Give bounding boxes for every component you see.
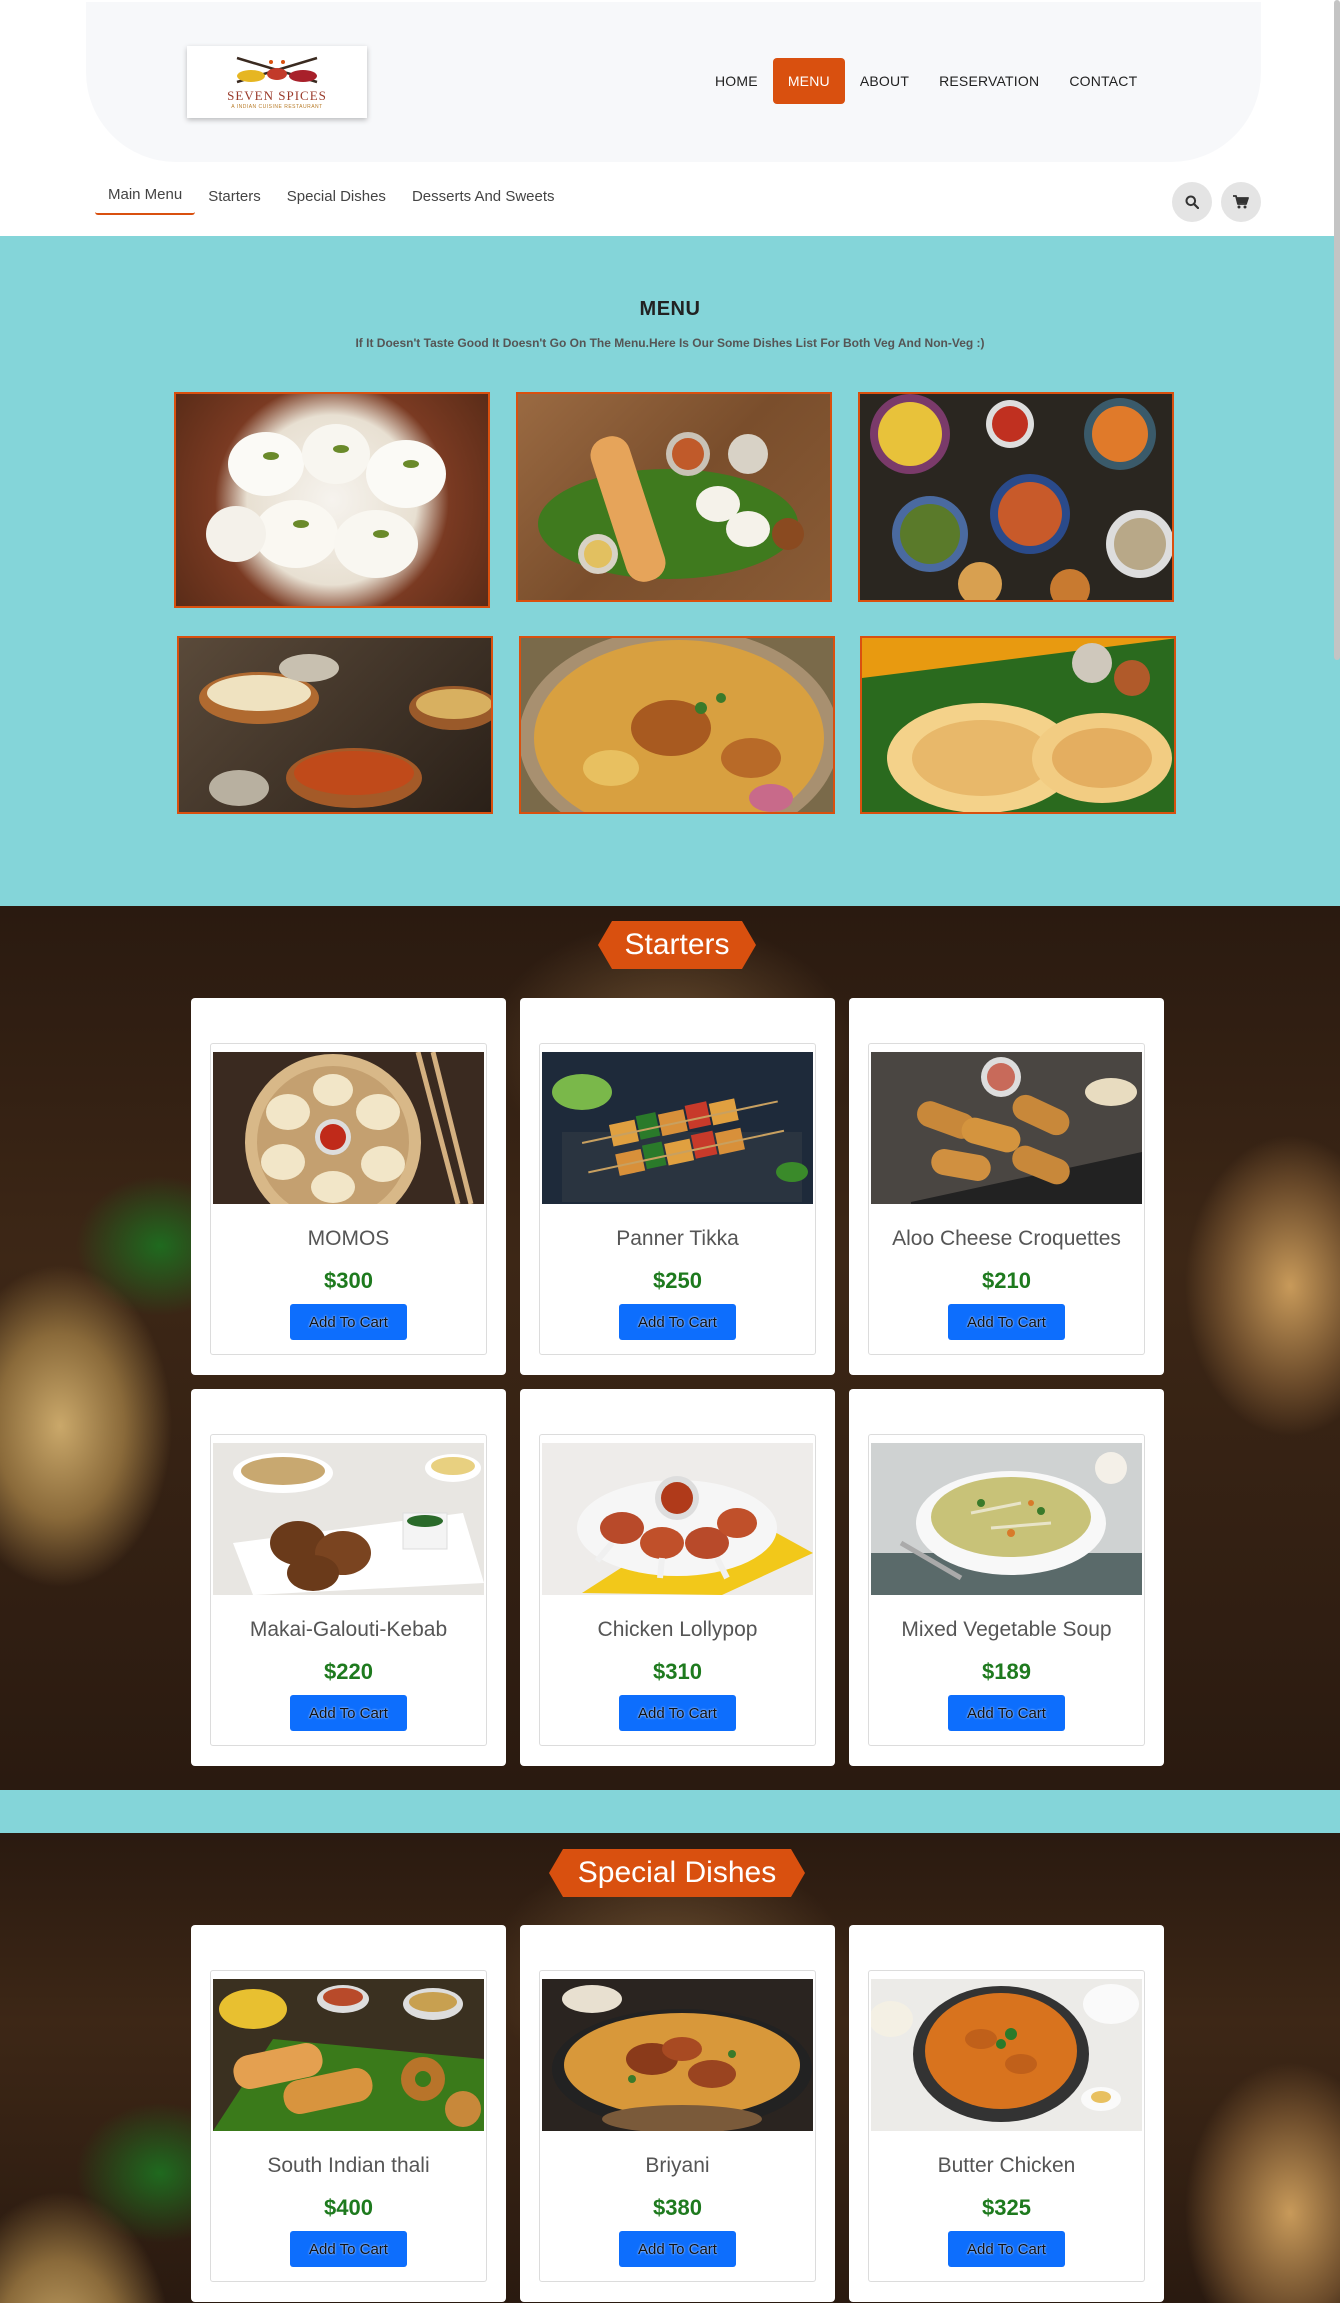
menu-section: MENU If It Doesn't Taste Good It Doesn't… [0, 236, 1340, 906]
add-to-cart-button[interactable]: Add To Cart [948, 1695, 1065, 1731]
galouti-kebab-image [213, 1443, 484, 1595]
dish-card: Chicken Lollypop $310 Add To Cart [520, 1389, 835, 1766]
dish-card: Mixed Vegetable Soup $189 Add To Cart [849, 1389, 1164, 1766]
tab-desserts-and-sweets[interactable]: Desserts And Sweets [399, 188, 568, 215]
starters-section: Starters MOMOS $300 Add To Cart Panner T… [0, 906, 1340, 1790]
butter-chicken-image [871, 1979, 1142, 2131]
special-dishes-heading: Special Dishes [577, 1856, 777, 1889]
dish-price: $325 [982, 2195, 1031, 2220]
add-to-cart-button[interactable]: Add To Cart [619, 1304, 736, 1340]
brand-logo[interactable]: SEVEN SPICES A INDIAN CUISINE RESTAURANT [187, 46, 367, 118]
menu-category-tabs: Main Menu Starters Special Dishes Desser… [95, 186, 568, 215]
dish-name: Makai-Galouti-Kebab [249, 1618, 448, 1641]
dish-price: $189 [982, 1659, 1031, 1684]
dish-card: MOMOS $300 Add To Cart [191, 998, 506, 1375]
dish-card: Briyani $380 Add To Cart [520, 1925, 835, 2302]
dish-card: Aloo Cheese Croquettes $210 Add To Cart [849, 998, 1164, 1375]
menu-subtitle: If It Doesn't Taste Good It Doesn't Go O… [355, 336, 985, 350]
dish-name: Panner Tikka [616, 1227, 739, 1250]
dish-name: Butter Chicken [937, 2154, 1076, 2177]
briyani-image [542, 1979, 813, 2131]
dish-name: MOMOS [307, 1227, 390, 1250]
vegetable-soup-image [871, 1443, 1142, 1595]
dish-price: $400 [324, 2195, 373, 2220]
dish-price: $380 [653, 2195, 702, 2220]
nav-contact[interactable]: CONTACT [1054, 58, 1152, 104]
menu-title: MENU [639, 298, 701, 320]
indian-curries-photo [858, 392, 1174, 602]
dish-card: Makai-Galouti-Kebab $220 Add To Cart [191, 1389, 506, 1766]
dish-card: Butter Chicken $325 Add To Cart [849, 1925, 1164, 2302]
special-dishes-heading-ribbon: Special Dishes [549, 1849, 805, 1897]
dish-name: Chicken Lollypop [597, 1618, 758, 1641]
paratha-photo [860, 636, 1176, 814]
page-scrollbar[interactable] [1334, 0, 1340, 660]
dish-price: $210 [982, 1268, 1031, 1293]
special-dishes-section: Special Dishes South Indian thali $400 A… [0, 1833, 1340, 2303]
south-indian-thali-image [213, 1979, 484, 2131]
dish-price: $250 [653, 1268, 702, 1293]
croquettes-image [871, 1052, 1142, 1204]
cart-button[interactable] [1221, 182, 1261, 222]
nav-menu[interactable]: MENU [772, 58, 845, 104]
search-button[interactable] [1172, 182, 1212, 222]
add-to-cart-button[interactable]: Add To Cart [619, 2231, 736, 2267]
dish-card: Panner Tikka $250 Add To Cart [520, 998, 835, 1375]
add-to-cart-button[interactable]: Add To Cart [290, 1695, 407, 1731]
add-to-cart-button[interactable]: Add To Cart [948, 1304, 1065, 1340]
chicken-lollypop-image [542, 1443, 813, 1595]
add-to-cart-button[interactable]: Add To Cart [290, 1304, 407, 1340]
dish-price: $300 [324, 1268, 373, 1293]
biryani-photo [519, 636, 835, 814]
tab-main-menu[interactable]: Main Menu [95, 186, 196, 215]
main-navigation: HOME MENU ABOUT RESERVATION CONTACT [700, 58, 1152, 104]
tab-starters[interactable]: Starters [195, 188, 274, 215]
starters-heading-ribbon: Starters [598, 921, 756, 969]
curry-pots-photo [177, 636, 493, 814]
nav-reservation[interactable]: RESERVATION [924, 58, 1054, 104]
dish-name: Mixed Vegetable Soup [901, 1618, 1112, 1641]
add-to-cart-button[interactable]: Add To Cart [948, 2231, 1065, 2267]
paneer-tikka-image [542, 1052, 813, 1204]
rasmalai-photo [174, 392, 490, 608]
dish-name: Briyani [645, 2154, 710, 2177]
momos-image [213, 1052, 484, 1204]
brand-tagline: A INDIAN CUISINE RESTAURANT [231, 104, 323, 110]
cart-icon [1233, 195, 1249, 209]
add-to-cart-button[interactable]: Add To Cart [619, 1695, 736, 1731]
crossed-spoons-logo-icon [236, 56, 318, 84]
dish-card: South Indian thali $400 Add To Cart [191, 1925, 506, 2302]
add-to-cart-button[interactable]: Add To Cart [290, 2231, 407, 2267]
section-divider [0, 1790, 1340, 1833]
brand-name: SEVEN SPICES [227, 88, 327, 103]
starters-heading: Starters [624, 928, 730, 961]
site-header: SEVEN SPICES A INDIAN CUISINE RESTAURANT… [0, 0, 1340, 236]
tab-special-dishes[interactable]: Special Dishes [274, 188, 399, 215]
dish-price: $310 [653, 1659, 702, 1684]
dish-name: South Indian thali [267, 2154, 430, 2177]
search-icon [1185, 195, 1199, 209]
nav-home[interactable]: HOME [700, 58, 773, 104]
nav-about[interactable]: ABOUT [845, 58, 924, 104]
dish-name: Aloo Cheese Croquettes [892, 1227, 1121, 1250]
dosa-platter-photo [516, 392, 832, 602]
dish-price: $220 [324, 1659, 373, 1684]
